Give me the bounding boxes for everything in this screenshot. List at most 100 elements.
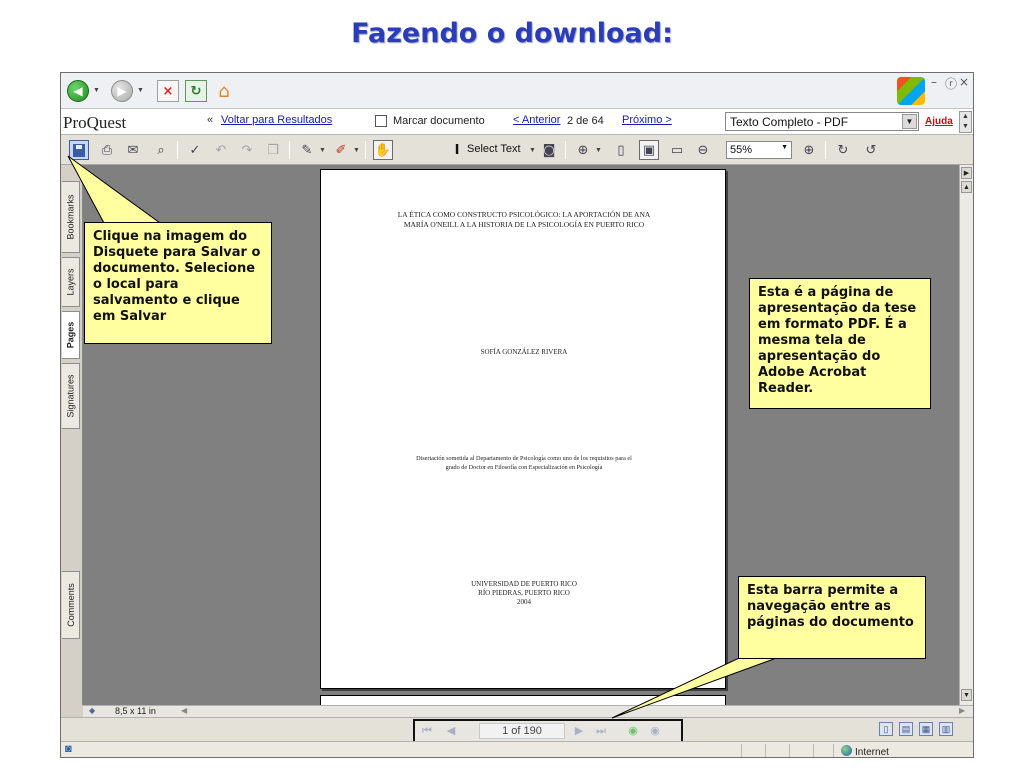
- toolbar-separator: [825, 141, 826, 159]
- page-number-field[interactable]: 1 of 190: [479, 723, 565, 739]
- single-page-view-icon[interactable]: ▯: [879, 722, 893, 736]
- facing-view-icon[interactable]: ▥: [939, 722, 953, 736]
- next-link[interactable]: Próximo >: [622, 114, 672, 126]
- undo-icon[interactable]: ↶: [211, 140, 231, 160]
- fit-page-icon[interactable]: ▣: [639, 140, 659, 160]
- scroll-arrows-icon[interactable]: ▲ ▼: [959, 111, 972, 133]
- mark-document-label: Marcar documento: [393, 115, 485, 127]
- refresh-icon[interactable]: ↻: [185, 80, 207, 102]
- tab-comments-label: Comments: [65, 583, 76, 627]
- stamp-icon[interactable]: ✎: [297, 140, 317, 160]
- stop-icon[interactable]: ×: [157, 80, 179, 102]
- restore-button[interactable]: ⓡ: [945, 75, 957, 92]
- vertical-scrollbar[interactable]: ▶ ▲ ▼: [959, 165, 973, 705]
- spellcheck-icon[interactable]: ✓: [185, 140, 205, 160]
- previous-link[interactable]: < Anterior: [513, 114, 560, 126]
- toolbar-separator: [365, 141, 366, 159]
- close-button[interactable]: ×: [959, 75, 969, 89]
- chevron-down-icon[interactable]: ▼: [319, 147, 326, 154]
- first-page-icon[interactable]: ⏮: [419, 723, 435, 739]
- slide: Fazendo o download: ◀ ▼ ▶ ▼ × ↻ ⌂ – ⓡ × …: [0, 0, 1024, 768]
- back-to-results-link[interactable]: Voltar para Resultados: [221, 114, 332, 126]
- thesis-title: LA ÉTICA COMO CONSTRUCTO PSICOLÓGICO: LA…: [321, 210, 727, 230]
- highlighter-icon[interactable]: ✐: [331, 140, 351, 160]
- snapshot-icon[interactable]: ◙: [539, 140, 559, 160]
- email-icon[interactable]: ✉: [123, 140, 143, 160]
- page-status-icon: ◙: [65, 743, 72, 755]
- globe-icon: [841, 745, 852, 756]
- previous-page-icon[interactable]: ◀: [443, 723, 459, 739]
- minimize-button[interactable]: –: [931, 75, 937, 89]
- document-position: 2 de 64: [567, 115, 604, 127]
- last-page-icon[interactable]: ⏭: [593, 723, 609, 739]
- next-page-icon[interactable]: ▶: [571, 723, 587, 739]
- binoculars-search-icon[interactable]: ⌕: [151, 140, 171, 160]
- university-name: UNIVERSIDAD DE PUERTO RICO: [471, 580, 577, 588]
- navigation-description-callout: Esta barra permite a navegação entre as …: [738, 576, 926, 659]
- mark-document-checkbox[interactable]: [375, 115, 387, 127]
- chevron-up-icon[interactable]: ▲: [961, 181, 972, 193]
- chevron-down-icon[interactable]: ▼: [595, 147, 602, 154]
- status-bar: ◙ Internet: [61, 741, 973, 758]
- print-icon[interactable]: ⎙: [97, 140, 117, 160]
- dissertation-statement: Disertación sometida al Departamento de …: [321, 454, 727, 472]
- save-button[interactable]: [69, 140, 89, 160]
- split-handle-icon[interactable]: ◆: [89, 706, 95, 715]
- tab-signatures[interactable]: Signatures: [62, 363, 80, 429]
- facing-continuous-view-icon[interactable]: ▦: [919, 722, 933, 736]
- fit-width-icon[interactable]: ▭: [667, 140, 687, 160]
- rotate-clockwise-icon[interactable]: ↻: [833, 140, 853, 160]
- save-instruction-callout: Clique na imagem do Disquete para Salvar…: [84, 222, 272, 344]
- thesis-title-line: LA ÉTICA COMO CONSTRUCTO PSICOLÓGICO: LA…: [397, 210, 651, 219]
- back-icon[interactable]: ◀: [67, 80, 89, 102]
- browser-command-bar: ◀ ▼ ▶ ▼ × ↻ ⌂ – ⓡ ×: [61, 73, 973, 109]
- pdf-page[interactable]: LA ÉTICA COMO CONSTRUCTO PSICOLÓGICO: LA…: [320, 169, 726, 689]
- university-block: UNIVERSIDAD DE PUERTO RICO RÍO PIEDRAS, …: [321, 580, 727, 607]
- toolbar-separator: [177, 141, 178, 159]
- tab-comments[interactable]: Comments: [62, 571, 80, 639]
- zoom-out-icon[interactable]: ⊖: [693, 140, 713, 160]
- chevron-down-icon[interactable]: ▼: [781, 144, 788, 151]
- zoom-select[interactable]: 55% ▼: [726, 141, 792, 159]
- page-description-callout: Esta é a página de apresentação da tese …: [749, 278, 931, 409]
- proquest-logo[interactable]: ProQuest: [63, 113, 126, 133]
- copy-icon[interactable]: ❐: [263, 140, 283, 160]
- dissertation-line: Disertación sometida al Departamento de …: [416, 455, 632, 462]
- status-divider: [789, 744, 790, 757]
- previous-view-icon[interactable]: ◉: [625, 723, 641, 739]
- actual-size-icon[interactable]: ▯: [611, 140, 631, 160]
- tab-signatures-label: Signatures: [65, 374, 76, 418]
- internet-zone-label: Internet: [855, 747, 889, 758]
- select-text-button[interactable]: Select Text: [467, 143, 521, 155]
- tab-bookmarks[interactable]: Bookmarks: [62, 181, 80, 253]
- scroll-left-icon[interactable]: ◀: [181, 706, 187, 715]
- status-divider: [741, 744, 742, 757]
- chevron-down-icon[interactable]: ▼: [353, 147, 360, 154]
- chevron-down-icon[interactable]: ▼: [961, 689, 972, 701]
- thesis-year: 2004: [517, 598, 531, 606]
- internet-zone: Internet: [841, 745, 889, 758]
- hand-tool-icon[interactable]: ✋: [373, 140, 393, 160]
- rotate-counterclockwise-icon[interactable]: ↺: [861, 140, 881, 160]
- format-select[interactable]: Texto Completo - PDF ▼: [725, 112, 919, 131]
- tab-pages[interactable]: Pages: [62, 311, 80, 359]
- chevron-down-icon[interactable]: ▼: [529, 147, 536, 154]
- text-cursor-icon[interactable]: I: [447, 140, 467, 160]
- proquest-bar: ProQuest « Voltar para Resultados Marcar…: [61, 109, 973, 135]
- back-dropdown-icon[interactable]: ▼: [93, 87, 100, 94]
- back-arrows-icon: «: [207, 114, 214, 126]
- forward-dropdown-icon[interactable]: ▼: [137, 87, 144, 94]
- tab-layers[interactable]: Layers: [62, 257, 80, 307]
- home-icon[interactable]: ⌂: [213, 80, 235, 102]
- chevron-down-icon[interactable]: ▼: [902, 114, 917, 129]
- next-view-icon[interactable]: ◉: [647, 723, 663, 739]
- continuous-view-icon[interactable]: ▤: [899, 722, 913, 736]
- scroll-right-icon[interactable]: ▶: [959, 706, 965, 715]
- zoom-in-tool-icon[interactable]: ⊕: [573, 140, 593, 160]
- redo-icon[interactable]: ↷: [237, 140, 257, 160]
- help-link[interactable]: Ajuda: [925, 116, 953, 127]
- tab-bookmarks-label: Bookmarks: [65, 194, 76, 240]
- zoom-in-icon[interactable]: ⊕: [799, 140, 819, 160]
- chevron-right-icon[interactable]: ▶: [961, 167, 972, 179]
- forward-icon[interactable]: ▶: [111, 80, 133, 102]
